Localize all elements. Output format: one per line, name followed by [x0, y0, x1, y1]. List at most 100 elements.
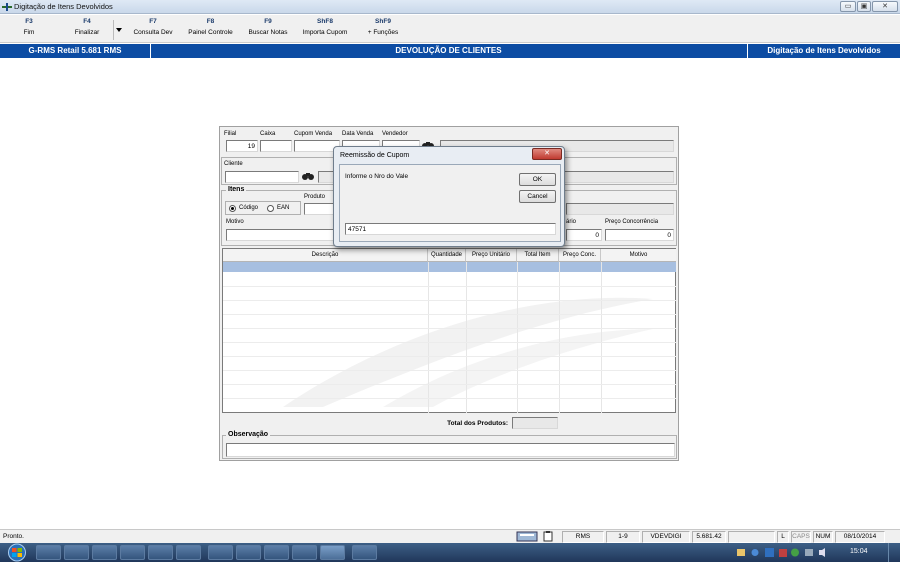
- dropdown-arrow-icon[interactable]: [113, 20, 123, 40]
- produto-desc-field: [566, 203, 674, 215]
- preco-concorrencia-field[interactable]: 0: [605, 229, 674, 241]
- toolbar-button-consulta-dev[interactable]: F7 Consulta Dev: [128, 18, 178, 36]
- grid-divider: [559, 262, 560, 413]
- grid-row-line: [223, 370, 676, 371]
- toolbar-button-mais-funcoes[interactable]: ShF9 + Funções: [360, 18, 406, 36]
- data-venda-label: Data Venda: [342, 131, 374, 137]
- dialog-title: Reemissão de Cupom: [340, 152, 410, 159]
- connection-icon[interactable]: [176, 545, 201, 560]
- explorer-icon[interactable]: [64, 545, 89, 560]
- caixa-field[interactable]: [260, 140, 292, 152]
- column-header-total-item[interactable]: Total Item: [517, 249, 559, 262]
- status-bar: Pronto. RMS 1-9 VDEVDIGI 5.681.42 L CAPS…: [0, 529, 900, 543]
- show-desktop-button[interactable]: [888, 543, 900, 562]
- tray-icons[interactable]: [735, 547, 835, 558]
- ie-icon[interactable]: [36, 545, 61, 560]
- app-icon[interactable]: [148, 545, 173, 560]
- grid-divider: [601, 262, 602, 413]
- ean-label: EAN: [277, 205, 290, 211]
- column-header-preco-conc[interactable]: Preço Conc.: [559, 249, 601, 262]
- module-header: G-RMS Retail 5.681 RMS DEVOLUÇÃO DE CLIE…: [0, 44, 900, 58]
- preco-concorrencia-label: Preço Concorrência: [605, 219, 659, 225]
- produto-label: Produto: [304, 194, 326, 200]
- observacao-label: Observação: [226, 431, 271, 438]
- status-field-program: VDEVDIGI: [642, 531, 690, 543]
- column-header-quantidade[interactable]: Quantidade: [428, 249, 466, 262]
- nro-vale-input[interactable]: 47571: [345, 223, 556, 235]
- dialog-close-button[interactable]: ✕: [532, 148, 562, 160]
- maximize-button[interactable]: ▣: [857, 1, 871, 12]
- toolbar-button-buscar-notas[interactable]: F9 Buscar Notas: [243, 18, 293, 36]
- windows-taskbar: 15:04: [0, 543, 900, 562]
- firefox-icon[interactable]: [120, 545, 145, 560]
- cliente-field[interactable]: [225, 171, 299, 183]
- selected-row[interactable]: [223, 262, 676, 272]
- grid-divider: [517, 262, 518, 413]
- cliente-label: Cliente: [224, 161, 243, 167]
- excel-icon[interactable]: [292, 545, 317, 560]
- notepad-icon[interactable]: [352, 545, 377, 560]
- grid-row-line: [223, 384, 676, 385]
- caixa-label: Caixa: [260, 131, 276, 137]
- grid-divider: [428, 262, 429, 413]
- reemissao-cupom-dialog: Reemissão de Cupom ✕ Informe o Nro do Va…: [333, 146, 565, 247]
- column-header-preco-unitario[interactable]: Preço Unitário: [466, 249, 517, 262]
- toolbar-button-fim[interactable]: F3 Fim: [14, 18, 44, 36]
- status-field-num: NUM: [813, 531, 833, 543]
- app-icon: [2, 3, 12, 11]
- rms-icon[interactable]: [208, 545, 233, 560]
- outlook-icon[interactable]: [92, 545, 117, 560]
- ok-button[interactable]: OK: [519, 173, 556, 186]
- status-field-user: RMS: [562, 531, 604, 543]
- start-button[interactable]: [6, 543, 28, 562]
- cancel-button[interactable]: Cancel: [519, 190, 556, 203]
- grid-row-line: [223, 328, 676, 329]
- codigo-label: Código: [239, 205, 259, 211]
- itens-label: Itens: [226, 186, 247, 193]
- status-field-caps: CAPS: [791, 531, 811, 543]
- produto-field[interactable]: [304, 203, 334, 215]
- close-window-button[interactable]: ✕: [872, 1, 898, 12]
- toolbar-button-painel-controle[interactable]: F8 Painel Controle: [183, 18, 238, 36]
- total-produtos-field: [512, 417, 558, 429]
- filial-field[interactable]: 19: [226, 140, 258, 152]
- column-header-descricao[interactable]: Descrição: [223, 249, 428, 262]
- grid-row-line: [223, 398, 676, 399]
- status-field-empty: [728, 531, 775, 543]
- grid-row-line: [223, 286, 676, 287]
- grid-row-line: [223, 356, 676, 357]
- toolbar-button-importa-cupom[interactable]: ShF8 Importa Cupom: [296, 18, 354, 36]
- grid-divider: [466, 262, 467, 413]
- dialog-prompt: Informe o Nro do Vale: [345, 173, 409, 180]
- motivo-field[interactable]: [226, 229, 336, 241]
- word-icon[interactable]: [264, 545, 289, 560]
- system-version: G-RMS Retail 5.681 RMS: [28, 46, 122, 55]
- clock: 15:04: [850, 548, 868, 555]
- lync-icon[interactable]: [236, 545, 261, 560]
- status-field-version: 5.681.42: [692, 531, 726, 543]
- preco-unitario-label: ário: [566, 219, 577, 225]
- dialog-body: Informe o Nro do Vale OK Cancel 47571: [339, 164, 561, 242]
- ean-radio[interactable]: [267, 205, 274, 212]
- status-field-l: L: [777, 531, 789, 543]
- window-title: Digitação de Itens Devolvidos: [14, 2, 113, 11]
- module-title: DEVOLUÇÃO DE CLIENTES: [395, 46, 502, 55]
- status-text: Pronto.: [3, 533, 24, 540]
- status-field-range: 1-9: [606, 531, 640, 543]
- itens-grid[interactable]: Descrição Quantidade Preço Unitário Tota…: [222, 248, 676, 413]
- screen-title: Digitação de Itens Devolvidos: [767, 46, 881, 55]
- minimize-button[interactable]: ▭: [840, 1, 856, 12]
- grid-row-line: [223, 342, 676, 343]
- grid-row-line: [223, 314, 676, 315]
- observacao-field[interactable]: [226, 443, 675, 457]
- title-bar: Digitação de Itens Devolvidos ▭ ▣ ✕: [0, 0, 900, 14]
- codigo-radio[interactable]: [229, 205, 236, 212]
- column-header-motivo[interactable]: Motivo: [601, 249, 676, 262]
- rms-active-icon[interactable]: [320, 545, 345, 560]
- motivo-label: Motivo: [226, 219, 244, 225]
- toolbar-button-finalizar[interactable]: F4 Finalizar: [66, 18, 108, 36]
- binoculars-icon[interactable]: [302, 171, 316, 183]
- grid-row-line: [223, 300, 676, 301]
- total-produtos-label: Total dos Produtos:: [447, 420, 508, 427]
- preco-unitario-field[interactable]: 0: [566, 229, 602, 241]
